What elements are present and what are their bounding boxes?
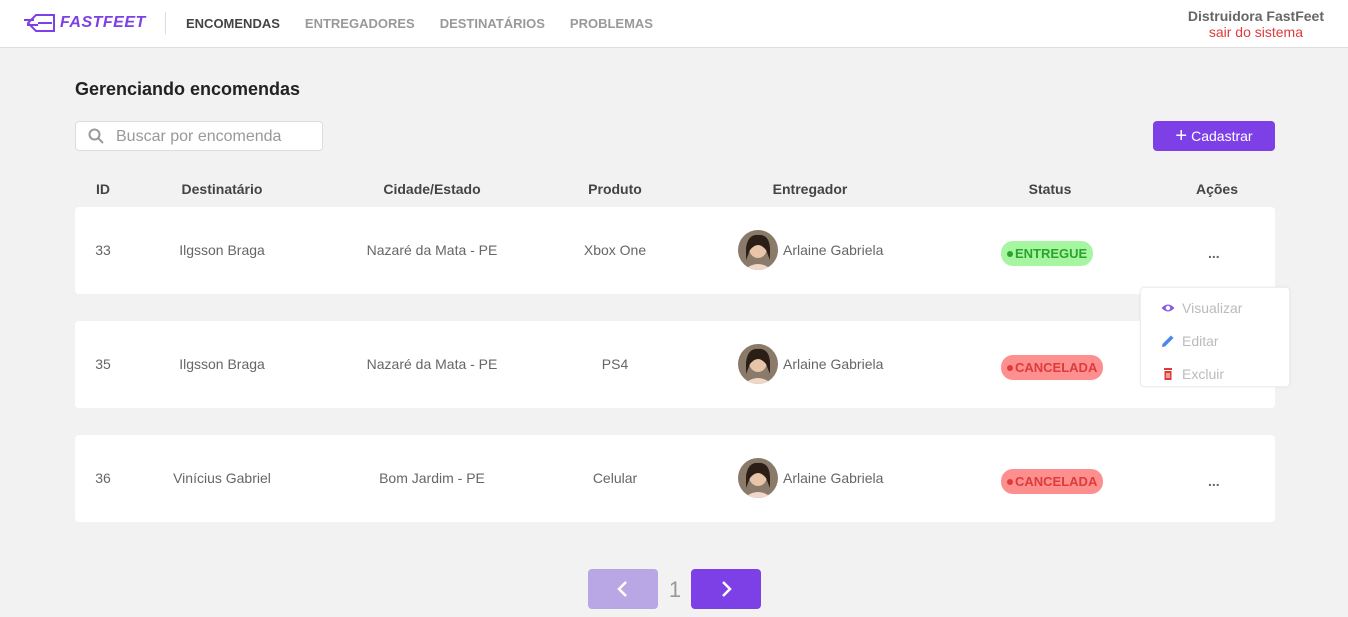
header-actions: Ações: [1195, 181, 1239, 197]
deliverer-name: Arlaine Gabriela: [783, 242, 884, 258]
menu-item-edit[interactable]: Editar: [1161, 333, 1219, 349]
nav-encomendas[interactable]: ENCOMENDAS: [186, 16, 280, 31]
nav-entregadores[interactable]: ENTREGADORES: [305, 16, 415, 31]
table-row: 33 Ilgsson Braga Nazaré da Mata - PE Xbo…: [75, 207, 1275, 294]
deliverer: Arlaine Gabriela: [738, 230, 883, 270]
product-name: Xbox One: [583, 242, 647, 258]
avatar: [738, 230, 778, 270]
deliverer: Arlaine Gabriela: [738, 458, 883, 498]
search-box: [75, 121, 323, 151]
search-input[interactable]: [116, 127, 316, 147]
top-header: FASTFEET ENCOMENDAS ENTREGADORES DESTINA…: [0, 0, 1348, 48]
trash-icon: [1164, 368, 1172, 380]
city-state: Nazaré da Mata - PE: [366, 356, 498, 372]
city-state: Bom Jardim - PE: [379, 470, 485, 486]
order-id: 36: [95, 470, 111, 486]
avatar: [738, 344, 778, 384]
deliverer: Arlaine Gabriela: [738, 344, 883, 384]
nav-problemas[interactable]: PROBLEMAS: [570, 16, 653, 31]
status-dot: [1007, 478, 1013, 485]
menu-item-label: Editar: [1182, 333, 1219, 349]
status-dot: [1007, 250, 1013, 257]
page-title: Gerenciando encomendas: [75, 79, 301, 99]
table-row: 35 Ilgsson Braga Nazaré da Mata - PE PS4…: [75, 321, 1275, 408]
header-status: Status: [1028, 181, 1072, 197]
next-page-button[interactable]: [691, 569, 761, 609]
recipient-name: Vinícius Gabriel: [173, 470, 271, 486]
header-deliverer: Entregador: [772, 181, 848, 197]
order-id: 33: [95, 242, 111, 258]
header-recipient: Destinatário: [181, 181, 263, 197]
fastfeet-logo[interactable]: FASTFEET: [24, 11, 146, 35]
menu-item-label: Excluir: [1182, 366, 1225, 382]
deliverer-name: Arlaine Gabriela: [783, 470, 884, 486]
current-page: 1: [668, 577, 682, 602]
actions-dropdown: Visualizar Editar Excluir: [1140, 287, 1290, 387]
truck-icon: [24, 14, 55, 32]
header-city: Cidade/Estado: [383, 181, 481, 197]
status-label: ENTREGUE: [1015, 246, 1088, 261]
menu-item-view[interactable]: Visualizar: [1161, 300, 1242, 316]
header-id: ID: [96, 181, 110, 197]
recipient-name: Ilgsson Braga: [179, 356, 265, 372]
plus-icon: +: [1175, 125, 1188, 147]
header-product: Produto: [588, 181, 642, 197]
user-name: Distruidora FastFeet: [1187, 8, 1324, 24]
main-nav: ENCOMENDAS ENTREGADORES DESTINATÁRIOS PR…: [186, 16, 678, 31]
product-name: PS4: [601, 356, 629, 372]
user-panel: Distruidora FastFeet sair do sistema: [1188, 8, 1324, 40]
previous-page-button[interactable]: [588, 569, 658, 609]
add-order-label: Cadastrar: [1191, 128, 1253, 144]
order-id: 35: [95, 356, 111, 372]
actions-menu-button[interactable]: ...: [1208, 473, 1220, 489]
city-state: Nazaré da Mata - PE: [366, 242, 498, 258]
avatar: [738, 458, 778, 498]
menu-item-delete[interactable]: Excluir: [1161, 366, 1224, 382]
pencil-icon: [1162, 335, 1174, 347]
status-badge: CANCELADA: [1001, 469, 1104, 494]
actions-menu-button[interactable]: ...: [1208, 245, 1220, 261]
chevron-left-icon: [617, 581, 627, 597]
table-row: 36 Vinícius Gabriel Bom Jardim - PE Celu…: [75, 435, 1275, 522]
eye-icon: [1161, 304, 1175, 312]
status-label: CANCELADA: [1015, 474, 1098, 489]
status-label: CANCELADA: [1015, 360, 1098, 375]
chevron-right-icon: [722, 581, 732, 597]
product-name: Celular: [592, 470, 638, 486]
add-order-button[interactable]: + Cadastrar: [1153, 121, 1275, 151]
status-dot: [1007, 364, 1013, 371]
menu-item-label: Visualizar: [1182, 300, 1243, 316]
header-divider: [165, 12, 166, 34]
search-icon: [88, 128, 104, 144]
status-badge: ENTREGUE: [1001, 241, 1094, 266]
logout-link[interactable]: sair do sistema: [1188, 24, 1324, 40]
status-badge: CANCELADA: [1001, 355, 1104, 380]
nav-destinatarios[interactable]: DESTINATÁRIOS: [440, 16, 545, 31]
deliverer-name: Arlaine Gabriela: [783, 356, 884, 372]
recipient-name: Ilgsson Braga: [179, 242, 265, 258]
logo-text: FASTFEET: [60, 14, 146, 31]
